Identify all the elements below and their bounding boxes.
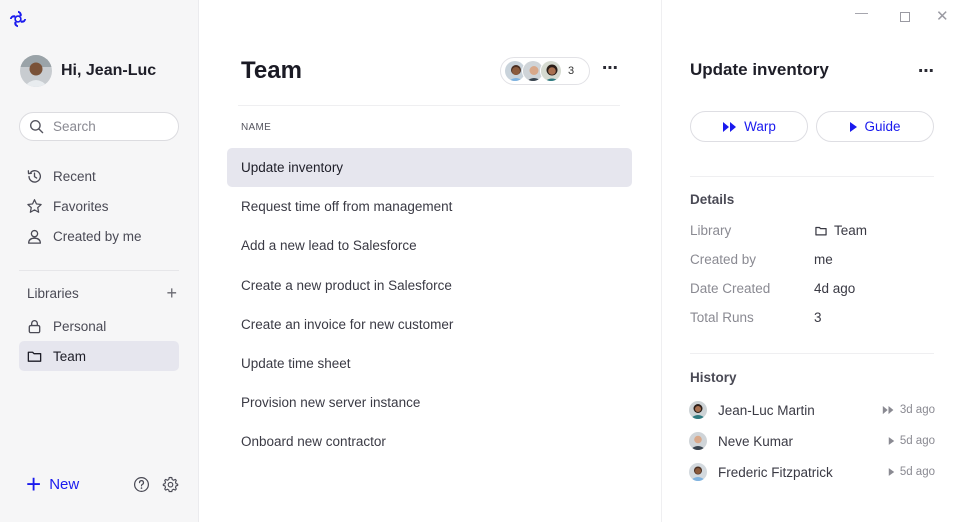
new-button[interactable]: + New [26, 469, 80, 499]
add-library-button[interactable]: + [166, 284, 177, 302]
team-members-button[interactable]: 3 [500, 57, 590, 85]
avatar [689, 463, 707, 481]
history-time-label: 5d ago [899, 466, 935, 478]
list-item[interactable]: Update inventory [227, 148, 632, 188]
sidebar-item-label: Team [53, 348, 87, 364]
avatar [20, 55, 52, 87]
app-logo-icon [9, 10, 27, 28]
detail-key: Library [690, 223, 732, 238]
history-user: Neve Kumar [718, 433, 794, 449]
sidebar-item-personal[interactable]: Personal [19, 311, 179, 341]
guide-label: Guide [864, 119, 901, 134]
workflow-list: Update inventory Request time off from m… [227, 148, 632, 462]
history-user: Frederic Fitzpatrick [718, 464, 833, 480]
more-options-button[interactable]: ⋯ [602, 58, 619, 78]
sidebar-item-favorites[interactable]: Favorites [19, 191, 179, 221]
detail-row-date-created: Date Created 4d ago [690, 281, 930, 296]
list-item[interactable]: Create a new product in Salesforce [227, 266, 632, 305]
details-panel: — ✕ Update inventory ⋯ Warp Guide Detail… [661, 0, 960, 522]
member-avatar [540, 60, 562, 82]
list-item[interactable]: Provision new server instance [227, 383, 632, 422]
history-item[interactable]: Jean-Luc Martin 3d ago [689, 401, 935, 419]
detail-key: Total Runs [690, 310, 754, 325]
details-header: Details [690, 192, 735, 207]
page-title: Team [241, 57, 302, 84]
user-profile[interactable]: Hi, Jean-Luc [20, 55, 156, 87]
member-count: 3 [568, 65, 575, 77]
gear-icon[interactable] [162, 476, 179, 493]
sidebar-item-label: Recent [53, 168, 96, 184]
detail-row-total-runs: Total Runs 3 [690, 310, 930, 325]
list-item[interactable]: Onboard new contractor [227, 422, 632, 461]
libraries-header: Libraries + [27, 284, 177, 302]
list-item[interactable]: Create an invoice for new customer [227, 305, 632, 344]
play-icon [850, 121, 858, 132]
sidebar: Hi, Jean-Luc Recent Favorites [0, 0, 199, 522]
search-icon [29, 119, 44, 134]
column-header-name[interactable]: NAME [241, 122, 271, 133]
history-item[interactable]: Neve Kumar 5d ago [689, 432, 935, 450]
close-button[interactable]: ✕ [936, 7, 949, 25]
play-icon [888, 468, 895, 476]
detail-row-library: Library Team [690, 223, 930, 238]
new-button-label: New [49, 475, 80, 493]
detail-value: me [814, 252, 833, 267]
sidebar-divider [19, 270, 179, 271]
help-icon[interactable] [133, 476, 150, 493]
detail-key: Created by [690, 252, 757, 267]
sidebar-item-label: Personal [53, 318, 107, 334]
folder-icon [27, 351, 42, 362]
history-user: Jean-Luc Martin [718, 402, 815, 418]
warp-label: Warp [744, 119, 776, 134]
sidebar-item-label: Favorites [53, 198, 109, 214]
history-time-label: 5d ago [899, 435, 935, 447]
play-icon [888, 437, 895, 445]
history-item[interactable]: Frederic Fitzpatrick 5d ago [689, 463, 935, 481]
libraries-label: Libraries [27, 285, 79, 301]
sidebar-item-created-by-me[interactable]: Created by me [19, 221, 179, 251]
detail-value: 4d ago [814, 281, 856, 296]
history-time: 3d ago [882, 404, 935, 416]
fast-forward-icon [723, 121, 737, 132]
plus-icon: + [26, 469, 42, 499]
greeting: Hi, Jean-Luc [61, 62, 157, 79]
sidebar-item-recent[interactable]: Recent [19, 161, 179, 191]
header-divider [238, 105, 620, 106]
sidebar-nav: Recent Favorites Created by me [19, 161, 179, 251]
avatar [689, 401, 707, 419]
list-item[interactable]: Add a new lead to Salesforce [227, 226, 632, 265]
history-header: History [690, 370, 737, 385]
sidebar-item-label: Created by me [53, 228, 142, 244]
libraries-list: Personal Team [19, 311, 179, 371]
history-time-label: 3d ago [899, 404, 935, 416]
detail-key: Date Created [690, 281, 771, 296]
minimize-button[interactable]: — [855, 5, 868, 20]
detail-value: 3 [814, 310, 822, 325]
maximize-button[interactable] [900, 12, 910, 22]
panel-divider [690, 176, 934, 177]
star-icon [27, 198, 42, 213]
warp-button[interactable]: Warp [690, 111, 808, 142]
list-item[interactable]: Update time sheet [227, 344, 632, 383]
panel-more-options-button[interactable]: ⋯ [918, 61, 935, 81]
history-icon [27, 169, 42, 183]
detail-value[interactable]: Team [814, 223, 867, 238]
search-input[interactable] [53, 119, 163, 134]
panel-divider [690, 353, 934, 354]
avatar [689, 432, 707, 450]
sidebar-item-team[interactable]: Team [19, 341, 179, 371]
list-item[interactable]: Request time off from management [227, 187, 632, 226]
main-content: Team 3 ⋯ NAME Update inventory Request t… [199, 0, 661, 522]
history-time: 5d ago [888, 466, 935, 478]
guide-button[interactable]: Guide [816, 111, 934, 142]
lock-icon [28, 319, 41, 333]
folder-icon [815, 226, 827, 236]
panel-title: Update inventory [690, 60, 829, 79]
search-box[interactable] [19, 112, 179, 141]
fast-forward-icon [882, 405, 894, 415]
history-time: 5d ago [888, 435, 935, 447]
library-value: Team [834, 223, 868, 238]
detail-row-created-by: Created by me [690, 252, 930, 267]
user-icon [27, 229, 42, 244]
